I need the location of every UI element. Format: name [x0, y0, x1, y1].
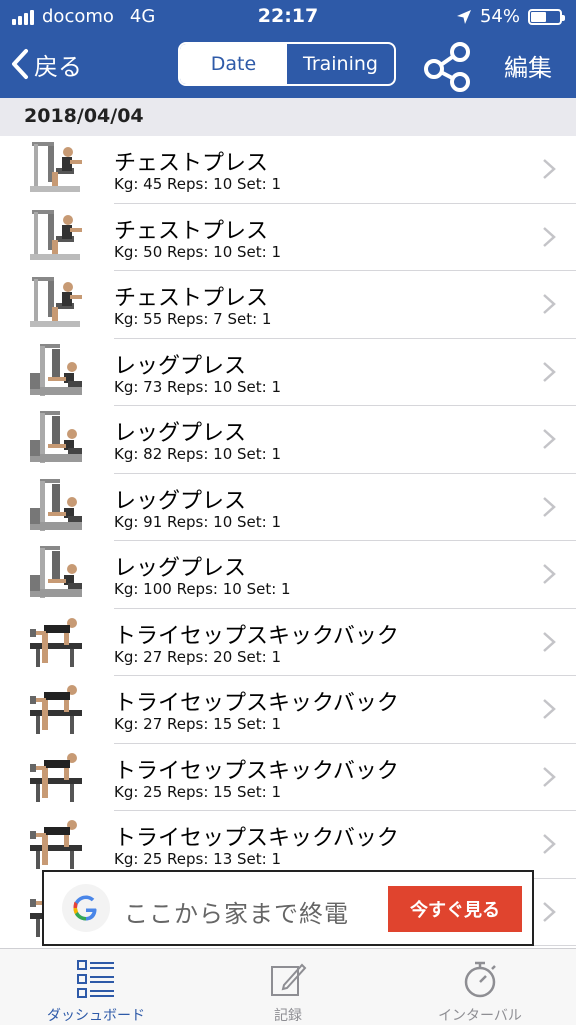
chevron-right-icon: [543, 766, 556, 787]
segmented-control: Date Training: [178, 42, 396, 86]
exercise-detail: Kg: 82 Reps: 10 Set: 1: [114, 445, 282, 463]
list-item[interactable]: チェストプレス Kg: 45 Reps: 10 Set: 1: [0, 136, 576, 204]
list-item[interactable]: トライセップスキックバック Kg: 27 Reps: 15 Set: 1: [0, 676, 576, 744]
list-item[interactable]: トライセップスキックバック Kg: 27 Reps: 20 Set: 1: [0, 609, 576, 677]
chest-press-icon: [30, 277, 82, 327]
exercise-name: レッグプレス: [114, 488, 247, 514]
edit-record-icon: [271, 963, 307, 996]
battery-fill: [531, 11, 547, 22]
edit-button[interactable]: 編集: [504, 48, 552, 83]
tab-interval-label: インターバル: [438, 1008, 522, 1024]
chevron-right-icon: [543, 631, 556, 652]
chevron-right-icon: [543, 496, 556, 517]
back-button[interactable]: 戻る: [10, 44, 82, 84]
triceps-kickback-icon: [30, 685, 82, 734]
exercise-detail: Kg: 27 Reps: 15 Set: 1: [114, 715, 282, 733]
list-item[interactable]: トライセップスキックバック Kg: 25 Reps: 15 Set: 1: [0, 744, 576, 812]
triceps-kickback-icon: [30, 752, 82, 802]
exercise-name: トライセップスキックバック: [114, 826, 399, 851]
list-item[interactable]: レッグプレス Kg: 73 Reps: 10 Set: 1: [0, 339, 576, 407]
chevron-right-icon: [543, 294, 556, 314]
leg-press-icon: [30, 411, 82, 463]
exercise-detail: Kg: 45 Reps: 10 Set: 1: [114, 175, 282, 193]
header: docomo 4G 22:17 54% 戻る Date Training 編集: [0, 0, 576, 98]
dashboard-icon: [77, 960, 114, 998]
exercise-name: チェストプレス: [114, 286, 269, 311]
tab-record[interactable]: 記録: [192, 949, 384, 1025]
status-right: 54%: [456, 6, 565, 27]
chevron-right-icon: [543, 834, 556, 854]
list-item[interactable]: レッグプレス Kg: 82 Reps: 10 Set: 1: [0, 406, 576, 474]
exercise-name: チェストプレス: [114, 218, 269, 244]
triceps-kickback-icon: [30, 820, 82, 869]
tab-interval[interactable]: インターバル: [384, 949, 576, 1025]
exercise-detail: Kg: 25 Reps: 15 Set: 1: [114, 782, 282, 801]
exercise-detail: Kg: 100 Reps: 10 Set: 1: [114, 580, 291, 598]
list-item[interactable]: レッグプレス Kg: 100 Reps: 10 Set: 1: [0, 541, 576, 609]
navigation-bar: 戻る Date Training 編集: [0, 34, 576, 98]
exercise-detail: Kg: 73 Reps: 10 Set: 1: [114, 377, 282, 396]
status-bar: docomo 4G 22:17 54%: [0, 0, 576, 34]
location-arrow-icon: [456, 9, 471, 24]
exercise-detail: Kg: 50 Reps: 10 Set: 1: [114, 242, 282, 261]
exercise-detail: Kg: 91 Reps: 10 Set: 1: [114, 512, 282, 531]
tab-record-label: 記録: [274, 1008, 302, 1024]
leg-press-icon: [30, 546, 82, 598]
tab-bar: ダッシュボード 記録 インターバル: [0, 948, 576, 1025]
list-item[interactable]: レッグプレス Kg: 91 Reps: 10 Set: 1: [0, 474, 576, 542]
section-date: 2018/04/04: [24, 105, 144, 127]
workout-list: チェストプレス Kg: 45 Reps: 10 Set: 1 チェストプレス Kg: …: [0, 136, 576, 946]
share-icon[interactable]: [422, 40, 474, 92]
chevron-right-icon: [543, 429, 556, 449]
battery-percent: 54%: [479, 6, 520, 27]
exercise-detail: Kg: 55 Reps: 7 Set: 1: [114, 310, 272, 328]
chest-press-icon: [30, 209, 82, 260]
back-label: 戻る: [34, 52, 82, 81]
battery-icon: [528, 8, 565, 25]
chevron-right-icon: [543, 699, 556, 719]
exercise-name: レッグプレス: [114, 556, 247, 581]
google-g-icon: [73, 895, 97, 921]
leg-press-icon: [30, 343, 82, 396]
list-item[interactable]: チェストプレス Kg: 55 Reps: 7 Set: 1: [0, 271, 576, 339]
list-item[interactable]: チェストプレス Kg: 50 Reps: 10 Set: 1: [0, 204, 576, 272]
ad-banner[interactable]: ここから家まで終電 今すぐ見る: [42, 870, 534, 946]
exercise-name: トライセップスキックバック: [114, 758, 399, 784]
ad-cta-button[interactable]: 今すぐ見る: [388, 886, 522, 932]
tab-dashboard-label: ダッシュボード: [47, 1008, 145, 1024]
segment-date[interactable]: Date: [180, 44, 287, 84]
chevron-right-icon: [543, 361, 556, 382]
chevron-right-icon: [543, 564, 556, 584]
exercise-name: トライセップスキックバック: [114, 691, 399, 716]
exercise-name: レッグプレス: [114, 353, 247, 379]
stopwatch-icon: [464, 961, 496, 998]
exercise-name: チェストプレス: [114, 151, 269, 176]
chevron-left-icon: [12, 49, 28, 79]
chest-press-icon: [30, 142, 82, 192]
triceps-kickback-icon: [30, 617, 82, 667]
ad-text: ここから家まで終電: [124, 900, 349, 928]
segment-training[interactable]: Training: [287, 44, 394, 84]
chevron-right-icon: [543, 226, 556, 247]
list-item[interactable]: トライセップスキックバック Kg: 25 Reps: 13 Set: 1: [0, 811, 576, 879]
exercise-detail: Kg: 27 Reps: 20 Set: 1: [114, 647, 282, 666]
google-logo-icon: [62, 884, 110, 932]
chevron-right-icon: [543, 901, 556, 922]
leg-press-icon: [30, 478, 82, 531]
tab-dashboard[interactable]: ダッシュボード: [0, 949, 192, 1025]
exercise-name: トライセップスキックバック: [114, 623, 399, 649]
exercise-detail: Kg: 25 Reps: 13 Set: 1: [114, 850, 282, 868]
section-header: 2018/04/04: [0, 98, 576, 136]
exercise-name: レッグプレス: [114, 421, 247, 446]
chevron-right-icon: [543, 159, 556, 179]
